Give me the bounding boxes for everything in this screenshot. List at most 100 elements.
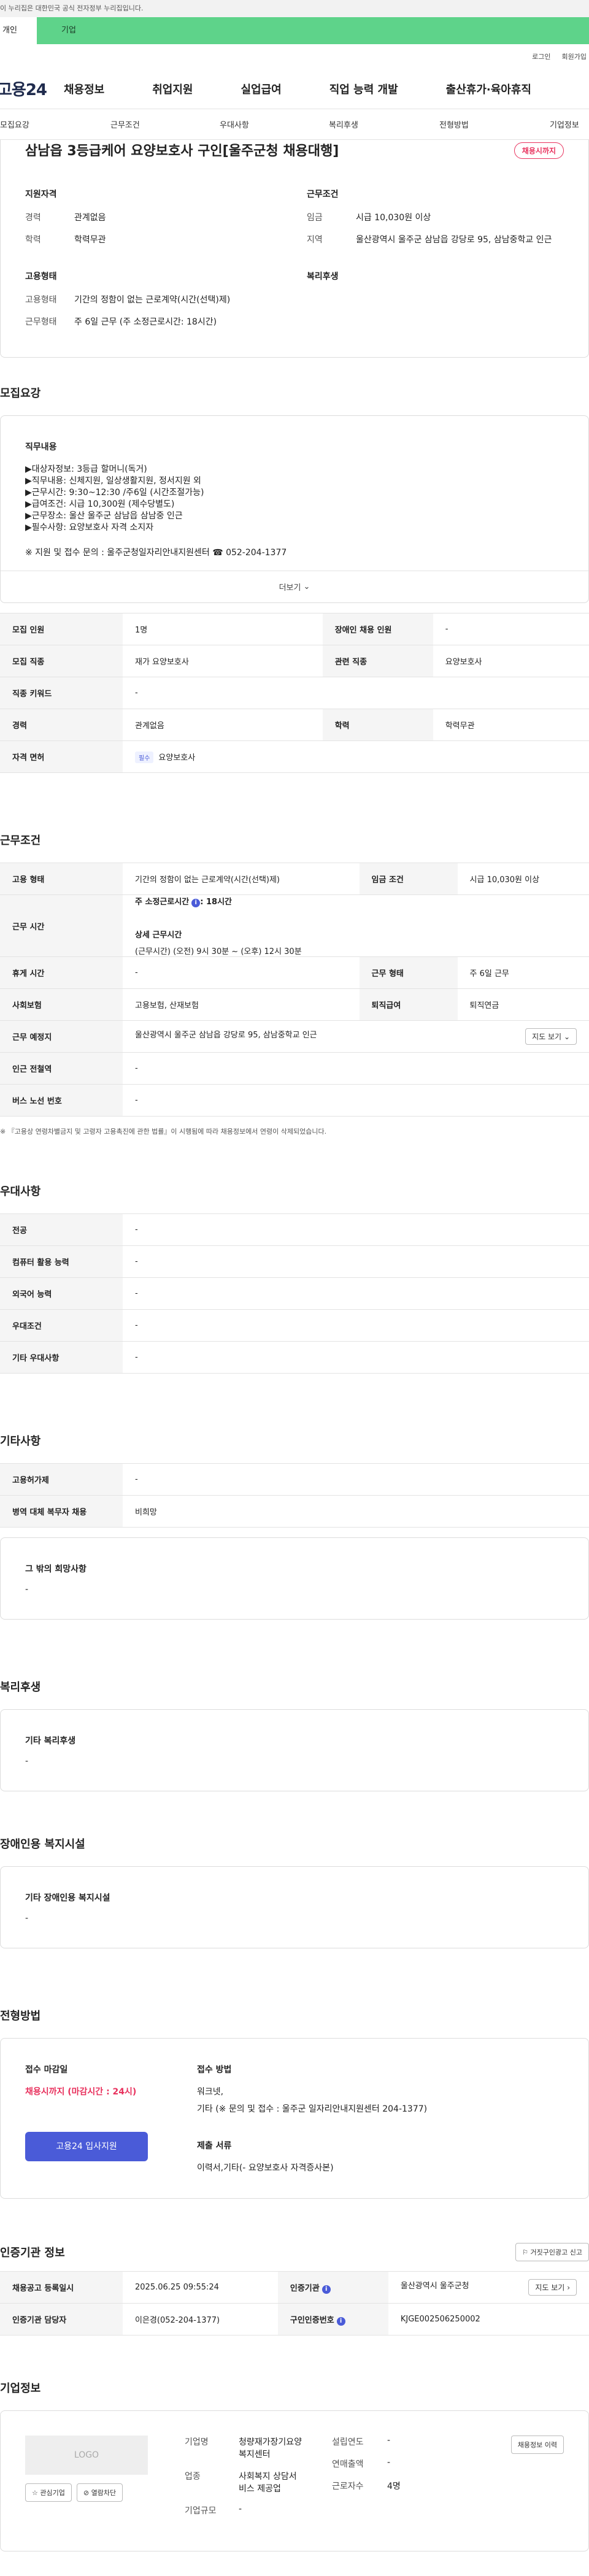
nav-item-employment-support[interactable]: 취업지원	[152, 81, 193, 97]
label: 설립연도	[332, 2437, 364, 2447]
row-value: 퇴직연금	[457, 988, 589, 1021]
join-link[interactable]: 회원가입	[562, 52, 587, 61]
info-icon[interactable]: i	[191, 899, 201, 907]
apply-button[interactable]: 고용24 입사지원	[25, 2132, 148, 2161]
detail-hours-value: (근무시간) (오전) 9시 30분 ~ (오후) 12시 30분	[135, 947, 302, 956]
disabled-box: 기타 장애인용 복지시설 -	[0, 1866, 589, 1948]
row-value: 이은경(052-204-1377)	[123, 2303, 278, 2336]
label: 근로자수	[332, 2482, 364, 2491]
more-button[interactable]: 더보기 ⌄	[1, 571, 588, 602]
row-value: -	[123, 1084, 589, 1117]
map-button-label: 지도 보기	[535, 2283, 565, 2292]
tab-work[interactable]: 근무조건	[110, 118, 220, 130]
table-row: 외국어 능력 -	[0, 1277, 589, 1310]
favorite-button[interactable]: ☆ 관심기업	[25, 2483, 72, 2502]
table-row: 기타 우대사항 -	[0, 1341, 589, 1374]
tab-welfare[interactable]: 복리후생	[329, 118, 439, 130]
row-value: 울산광역시 울주군 삼남읍 강당로 95, 삼남중학교 인근 지도 보기 ⌄	[123, 1020, 589, 1053]
cert-section-title: 인증기관 정보	[0, 2247, 65, 2259]
value: 관계없음	[74, 213, 106, 223]
duty-heading: 직무내용	[25, 442, 57, 452]
method-value: 워크넷,	[197, 2087, 224, 2097]
row-label: 인근 전철역	[0, 1052, 123, 1085]
value: 학력무관	[74, 235, 106, 245]
disabled-value: -	[25, 1913, 29, 1923]
row-label: 근무 예정지	[0, 1020, 123, 1053]
tab-pref[interactable]: 우대사항	[220, 118, 329, 130]
value: 사회복지 상담서비스 제공업	[239, 2470, 297, 2494]
screening-section-title: 전형방법	[0, 2010, 41, 2023]
row-label: 경력	[0, 709, 123, 741]
history-button[interactable]: 채용정보 이력	[510, 2436, 564, 2454]
duty-box: 직무내용 ▶대상자정보: 3등급 할머니(독거) ▶직무내용: 신체지원, 일상…	[0, 415, 589, 603]
star-icon: ☆	[32, 2489, 38, 2497]
deadline-value: 채용시까지 (마감시간 : 24시)	[25, 2087, 137, 2097]
org-value: 울산광역시 울주군청	[400, 2282, 469, 2291]
hope-value: -	[25, 1585, 29, 1594]
row-label: 컴퓨터 활용 능력	[0, 1245, 123, 1278]
weekly-hours-value: : 18시간	[200, 898, 232, 907]
welfare-heading: 복리후생	[307, 272, 339, 282]
row-label: 자격 면허	[0, 740, 123, 773]
util-bar: 로그인 회원가입	[0, 44, 589, 69]
row-label: 사회보험	[0, 988, 123, 1021]
hope-box: 그 밖의 희망사항 -	[0, 1537, 589, 1620]
row-value: -	[123, 677, 589, 709]
nav-item-training[interactable]: 직업 능력 개발	[329, 81, 398, 97]
login-link[interactable]: 로그인	[532, 52, 550, 61]
nav-item-leave[interactable]: 출산휴가·육아휴직	[446, 81, 531, 97]
table-row: 고용허가제 -	[0, 1463, 589, 1496]
report-button[interactable]: ⚐ 거짓구인광고 신고	[515, 2243, 589, 2261]
tab-company[interactable]: 기업정보	[550, 118, 579, 130]
industry-line: 비스 제공업	[239, 2484, 281, 2494]
nav-item-jobs[interactable]: 채용정보	[64, 81, 104, 97]
info-icon[interactable]: i	[321, 2285, 331, 2294]
recruit-section-title: 모집요강	[0, 387, 41, 400]
row-value: -	[123, 1463, 589, 1496]
industry-line: 사회복지 상담서	[239, 2472, 297, 2482]
pref-table: 전공 - 컴퓨터 활용 능력 - 외국어 능력 - 우대조건 - 기타 우대사항 -	[0, 1213, 589, 1374]
duty-line: ▶근무시간: 9:30~12:30 /주6일 (시간조절가능)	[25, 488, 204, 498]
site-logo[interactable]: 고용24	[0, 77, 64, 100]
table-row: 경력 관계없음 학력 학력무관	[0, 709, 589, 741]
license-value: 요양보호사	[158, 753, 196, 763]
chevron-down-icon: ⌄	[563, 1032, 570, 1041]
row-value: 필수 요양보호사	[123, 740, 589, 773]
row-value: -	[123, 1213, 589, 1246]
row-value: KJGE002506250002	[388, 2303, 589, 2336]
tab-corp[interactable]: 기업	[37, 17, 589, 44]
duty-line: ▶직무내용: 신체지원, 일상생활지원, 정서지원 외	[25, 476, 201, 486]
table-row: 휴게 시간 - 근무 형태 주 6일 근무	[0, 956, 589, 989]
row-label: 학력	[322, 709, 433, 741]
employment-heading: 고용형태	[25, 272, 57, 282]
row-label: 전공	[0, 1213, 123, 1246]
recruit-table: 모집 인원 1명 장애인 채용 인원 - 모집 직종 재가 요양보호사 관련 직종 요양…	[0, 613, 589, 773]
tab-screening[interactable]: 전형방법	[439, 118, 550, 130]
tab-person[interactable]: 개인	[0, 17, 37, 44]
row-label: 퇴직급여	[359, 988, 458, 1021]
info-icon[interactable]: i	[336, 2316, 345, 2326]
map-button[interactable]: 지도 보기 ›	[528, 2279, 577, 2296]
hope-heading: 그 밖의 희망사항	[25, 1564, 87, 1574]
work-section-title: 근무조건	[0, 834, 41, 847]
flag-icon: ⚐	[522, 2248, 529, 2256]
row-value: 시급 10,030원 이상	[457, 863, 589, 895]
tab-recruit[interactable]: 모집요강	[0, 118, 110, 130]
label: 학력	[25, 235, 41, 245]
table-row: 모집 인원 1명 장애인 채용 인원 -	[0, 613, 589, 645]
job-summary-card: 삼남읍 3등급케어 요양보호사 구인[울주군청 채용대행] 채용시까지 지원자격…	[0, 140, 589, 358]
row-value: 1명	[123, 613, 323, 645]
row-value: 주 6일 근무	[457, 956, 589, 989]
nav-item-unemployment[interactable]: 실업급여	[241, 81, 282, 97]
age-note: ※ 『고용상 연령차별금지 및 고령자 고용촉진에 관한 법률』이 시행됨에 따…	[0, 1128, 327, 1136]
method-value: 기타 (※ 문의 및 접수 : 울주군 일자리안내지원센터 204-1377)	[197, 2104, 428, 2114]
row-label: 근무 형태	[359, 956, 458, 989]
label: 기업규모	[185, 2506, 217, 2516]
map-button[interactable]: 지도 보기 ⌄	[525, 1028, 577, 1045]
row-value: -	[123, 1052, 589, 1085]
row-label: 모집 인원	[0, 613, 123, 645]
chevron-right-icon: ›	[567, 2283, 570, 2292]
duty-line: ▶근무장소: 울산 울주군 삼남읍 삼남중 인근	[25, 511, 183, 521]
qualification-heading: 지원자격	[25, 190, 57, 199]
block-button[interactable]: ⊘ 열람차단	[76, 2483, 123, 2502]
